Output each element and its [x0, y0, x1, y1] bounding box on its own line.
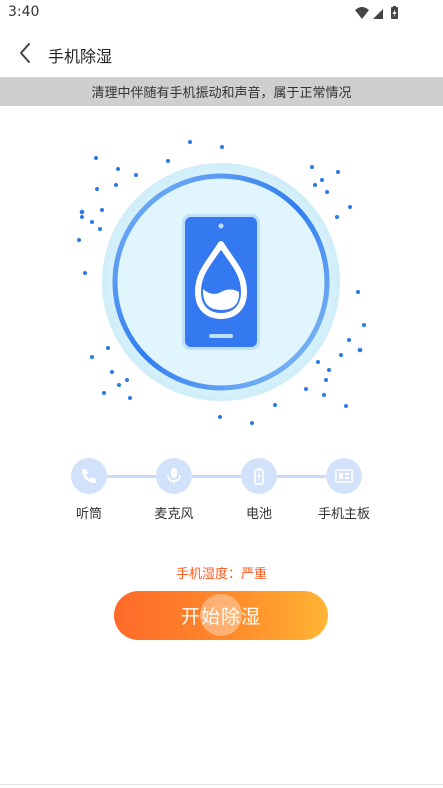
status-bar: 3:40: [0, 0, 443, 26]
status-time: 3:40: [8, 4, 40, 20]
bottom-divider: [0, 784, 443, 785]
start-dehumidify-button[interactable]: 开始除湿: [114, 591, 328, 640]
chevron-left-icon: [20, 43, 30, 63]
step-label: 麦克风: [154, 507, 194, 522]
step-microphone: 麦克风: [134, 458, 214, 522]
notice-text: 清理中伴随有手机振动和声音，属于正常情况: [91, 86, 352, 101]
humidity-status: 手机湿度：严重: [0, 563, 443, 582]
battery-charging-icon: [391, 6, 398, 19]
app-bar: 手机除湿: [0, 30, 443, 76]
humidity-text: 手机湿度：严重: [175, 567, 267, 582]
step-battery: 电池: [219, 458, 299, 522]
motherboard-icon: [326, 458, 362, 494]
step-label: 听筒: [75, 507, 102, 522]
step-label: 手机主板: [317, 507, 370, 522]
step-receiver: 听筒: [49, 458, 129, 522]
cell-signal-icon: [373, 9, 383, 19]
back-button[interactable]: [10, 38, 40, 68]
wifi-icon: [355, 7, 369, 19]
status-icons: [355, 6, 398, 19]
step-motherboard: 手机主板: [304, 458, 384, 522]
phone-water-drop-icon: [182, 214, 260, 350]
battery-icon: [241, 458, 277, 494]
hero-illustration: [77, 140, 366, 425]
notice-banner: 清理中伴随有手机振动和声音，属于正常情况: [0, 77, 443, 106]
microphone-icon: [156, 458, 192, 494]
page-title: 手机除湿: [48, 47, 113, 66]
start-button-label: 开始除湿: [180, 606, 261, 628]
cleaning-steps: 听筒 麦克风 电池 手机主板: [0, 455, 443, 525]
step-label: 电池: [245, 507, 272, 522]
phone-receiver-icon: [71, 458, 107, 494]
